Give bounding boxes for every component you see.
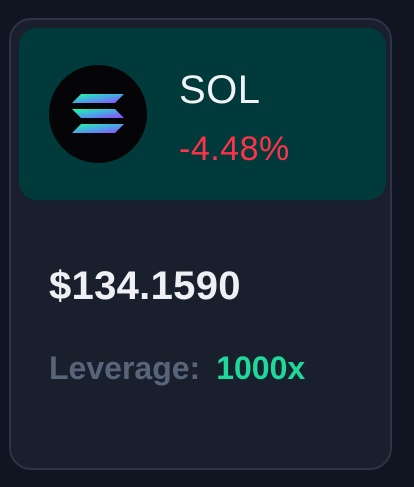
asset-price: $134.1590 bbox=[49, 264, 241, 308]
leverage-label: Leverage: bbox=[49, 350, 201, 386]
solana-logo-icon bbox=[49, 65, 147, 163]
asset-symbol: SOL bbox=[179, 68, 261, 112]
leverage-value: 1000x bbox=[216, 350, 306, 386]
asset-card[interactable]: SOL -4.48% $134.1590 Leverage: 1000x bbox=[9, 18, 392, 470]
price-change-percent: -4.48% bbox=[179, 130, 290, 168]
leverage-row: Leverage: 1000x bbox=[49, 352, 305, 384]
asset-header: SOL -4.48% bbox=[19, 28, 386, 200]
